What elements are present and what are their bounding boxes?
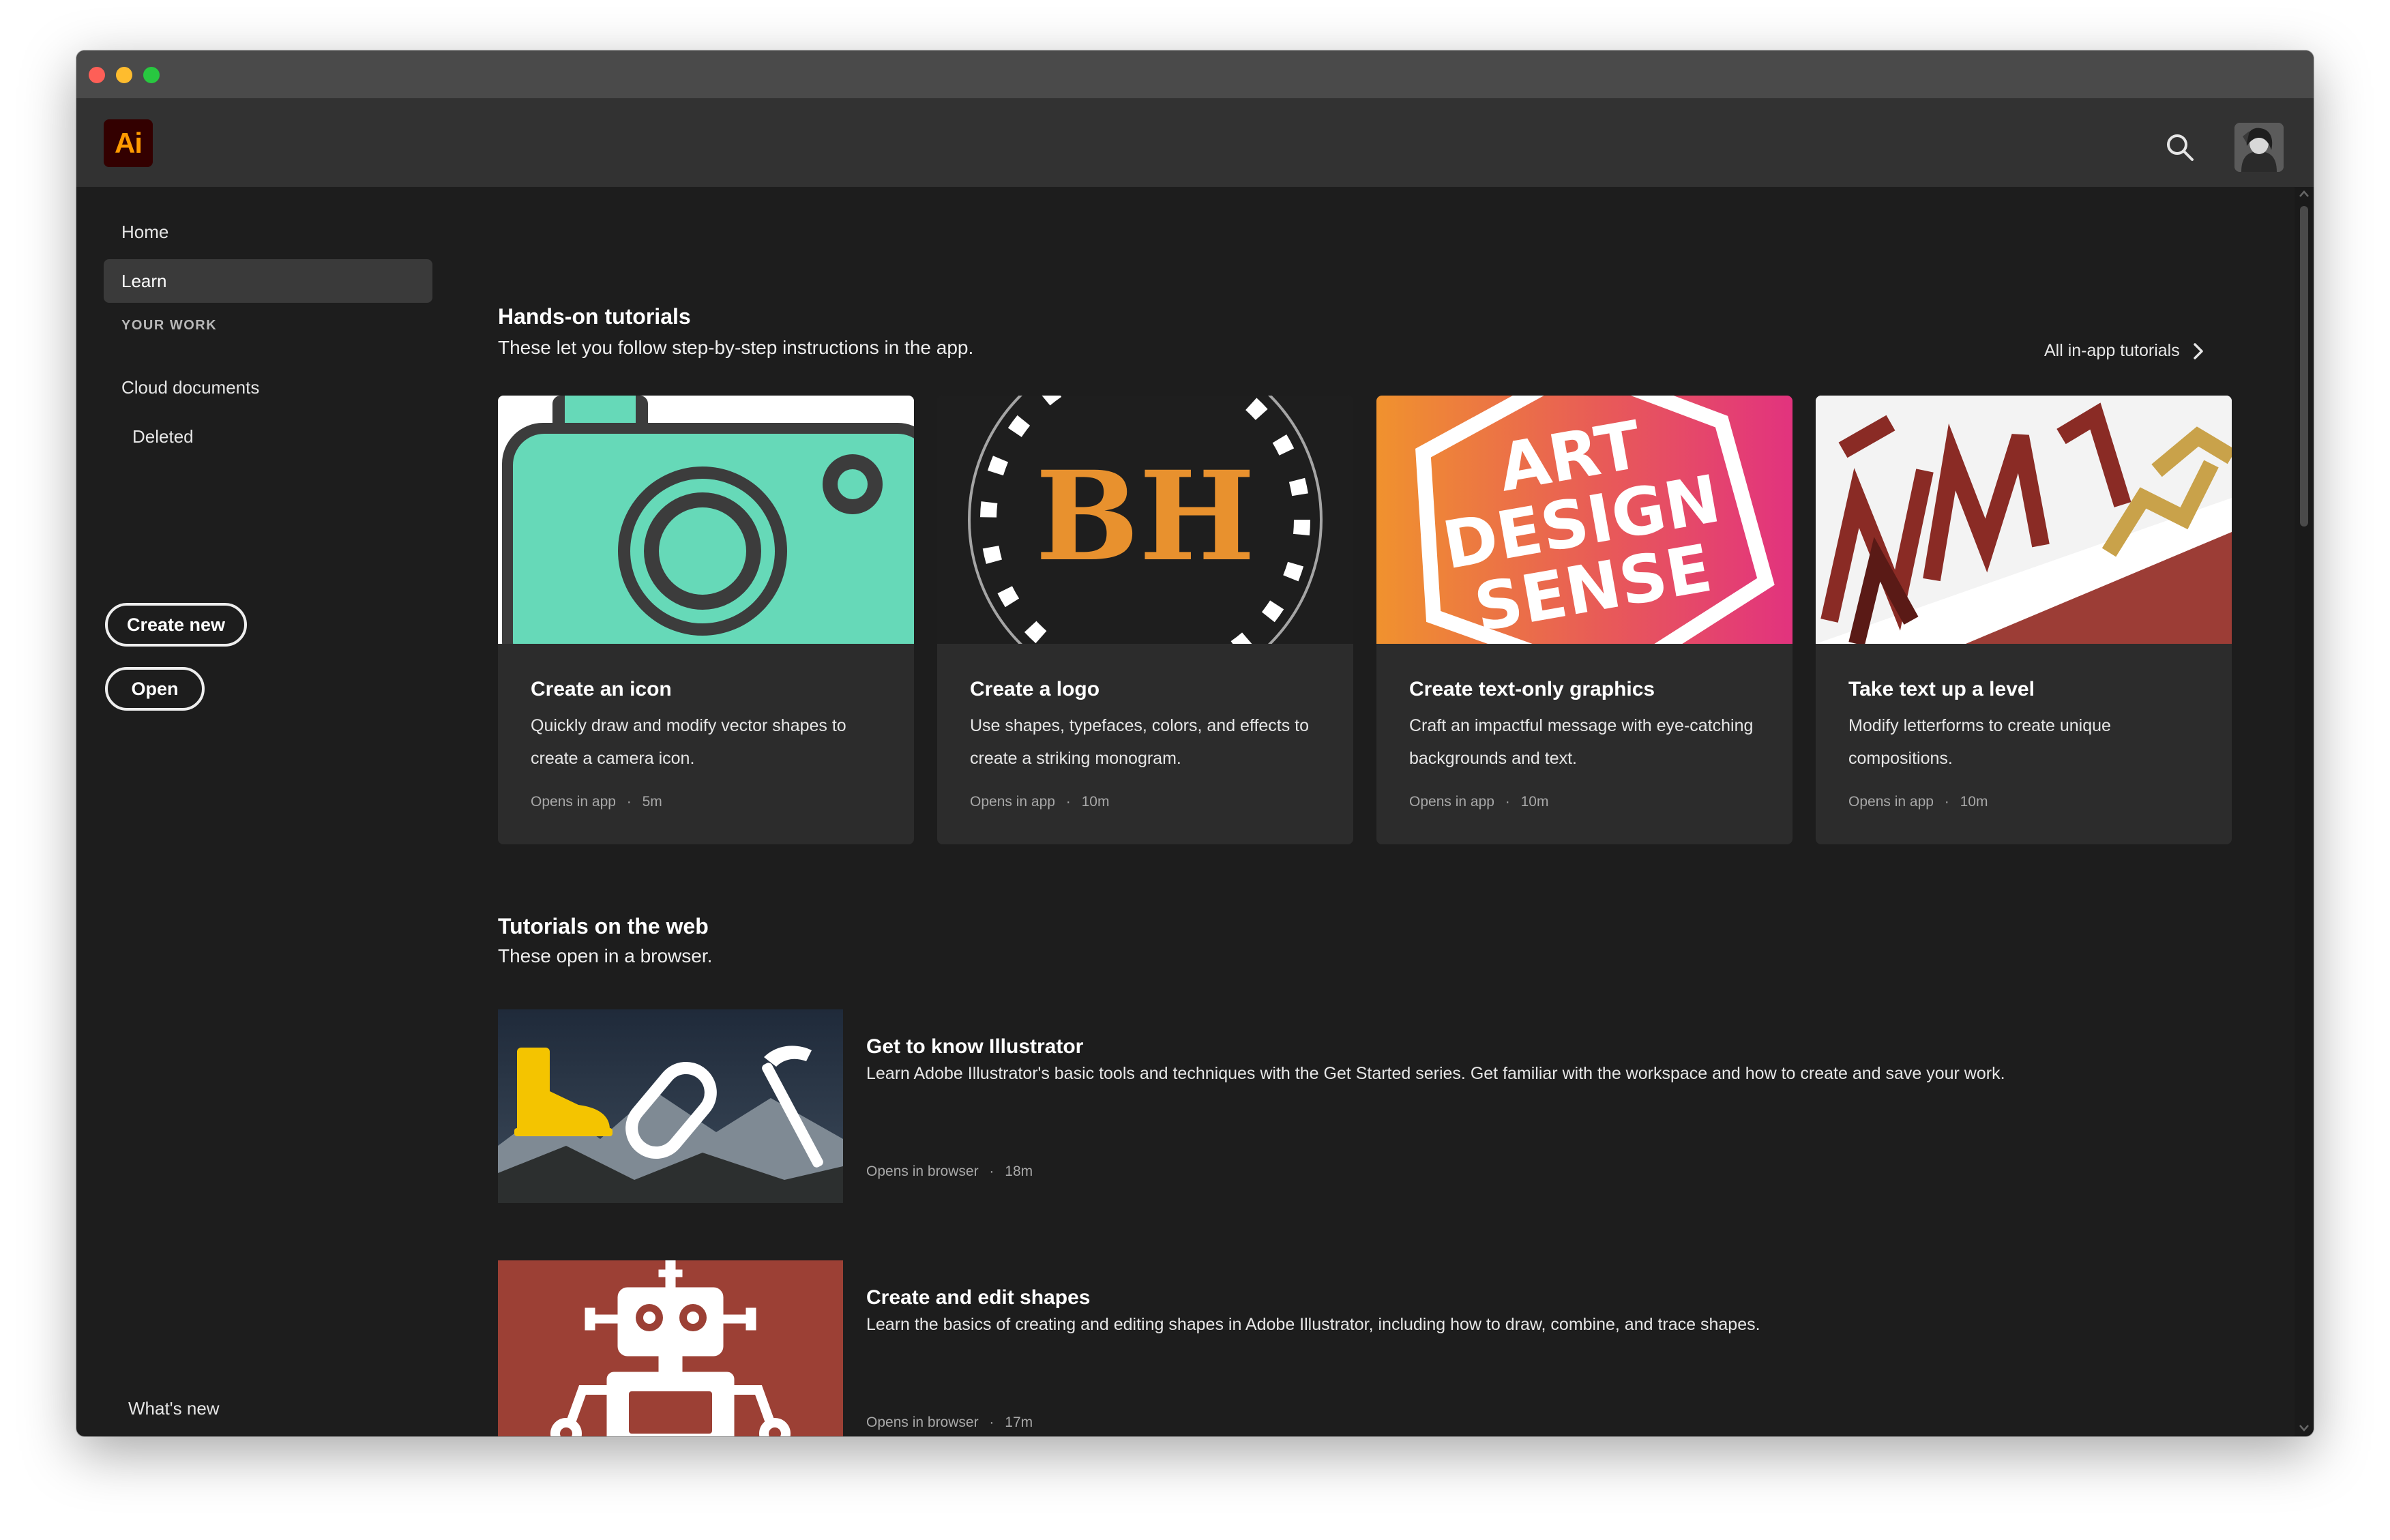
card-description: Craft an impactful message with eye-catc… — [1409, 716, 1754, 768]
letterform-thumbnail — [1816, 396, 2232, 644]
card-title: Create an icon — [531, 678, 672, 700]
opens-in: Opens in app — [531, 794, 616, 810]
hiking-gear-artwork — [498, 1009, 843, 1203]
web-tutorial-description: Learn Adobe Illustrator's basic tools an… — [866, 1064, 2005, 1083]
scroll-thumb[interactable] — [2300, 206, 2308, 527]
zoom-window-button[interactable] — [143, 67, 160, 83]
duration: 10m — [1520, 794, 1549, 810]
card-description: Quickly draw and modify vector shapes to… — [531, 716, 846, 768]
monogram-artwork: BH — [968, 396, 1323, 644]
web-tutorial-title: Create and edit shapes — [866, 1286, 1091, 1309]
card-meta: Opens in app · 5m — [531, 794, 662, 810]
duration: 10m — [1960, 794, 1988, 810]
web-tutorial-get-to-know[interactable]: Get to know Illustrator Learn Adobe Illu… — [498, 1009, 2285, 1203]
scroll-down-icon[interactable] — [2299, 1424, 2310, 1432]
mountain-thumbnail — [498, 1009, 843, 1203]
tutorial-card-create-icon[interactable]: Create an icon Quickly draw and modify v… — [498, 396, 914, 844]
card-meta: Opens in app · 10m — [1409, 794, 1548, 810]
tutorial-card-text-graphics[interactable]: ART DESIGN SENSE Create text-only graphi… — [1376, 396, 1792, 844]
letterform-artwork — [1816, 396, 2232, 644]
minimize-window-button[interactable] — [116, 67, 132, 83]
web-tutorials-subtitle: These open in a browser. — [498, 945, 713, 966]
all-in-app-tutorials-label: All in-app tutorials — [2044, 341, 2180, 360]
opens-in: Opens in app — [970, 794, 1055, 810]
meta-separator: · — [1505, 794, 1510, 810]
chevron-right-icon — [2193, 342, 2203, 359]
opens-in: Opens in browser — [866, 1415, 979, 1430]
meta-separator: · — [989, 1415, 994, 1430]
logo-thumbnail: BH — [937, 396, 1353, 644]
vertical-scrollbar[interactable] — [2295, 187, 2314, 1436]
app-window: Ai Home Learn YOUR WORK Cloud documents — [76, 50, 2314, 1436]
web-tutorial-title: Get to know Illustrator — [866, 1035, 1084, 1058]
meta-separator: · — [626, 794, 632, 810]
card-description: Modify letterforms to create unique comp… — [1848, 716, 2111, 768]
card-meta: Opens in app · 10m — [970, 794, 1109, 810]
card-title: Create a logo — [970, 678, 1100, 700]
opens-in: Opens in browser — [866, 1164, 979, 1179]
all-in-app-tutorials-link[interactable]: All in-app tutorials — [2044, 341, 2204, 361]
app-header: Ai — [76, 98, 2314, 187]
web-tutorial-meta: Opens in browser · 17m — [866, 1415, 1033, 1431]
search-icon[interactable] — [2164, 131, 2196, 164]
card-meta: Opens in app · 10m — [1848, 794, 1988, 810]
art-design-sense-artwork: ART DESIGN SENSE — [1376, 396, 1792, 644]
meta-separator: · — [989, 1164, 994, 1179]
text-graphics-thumbnail: ART DESIGN SENSE — [1376, 396, 1792, 644]
card-description: Use shapes, typefaces, colors, and effec… — [970, 716, 1310, 768]
meta-separator: · — [1065, 794, 1071, 810]
main-content: Hands-on tutorials These let you follow … — [76, 187, 2295, 1436]
monogram-text: BH — [1035, 445, 1255, 589]
meta-separator: · — [1944, 794, 1949, 810]
duration: 18m — [1005, 1164, 1033, 1179]
robot-thumbnail — [498, 1260, 843, 1436]
duration: 10m — [1081, 794, 1110, 810]
hands-on-title: Hands-on tutorials — [498, 304, 691, 329]
robot-artwork — [550, 1260, 791, 1436]
web-tutorials-title: Tutorials on the web — [498, 914, 709, 938]
card-title: Create text-only graphics — [1409, 678, 1655, 700]
tutorial-card-create-logo[interactable]: BH Create a logo Use shapes, typefaces, … — [937, 396, 1353, 844]
duration: 17m — [1005, 1415, 1033, 1430]
camera-icon — [502, 396, 914, 644]
avatar[interactable] — [2234, 123, 2284, 172]
camera-thumbnail — [498, 396, 914, 644]
card-title: Take text up a level — [1848, 678, 2035, 700]
scroll-up-icon[interactable] — [2299, 190, 2310, 198]
tutorial-card-text-level[interactable]: Take text up a level Modify letterforms … — [1816, 396, 2232, 844]
duration: 5m — [642, 794, 662, 810]
title-bar — [76, 50, 2314, 98]
opens-in: Opens in app — [1848, 794, 1934, 810]
illustrator-logo: Ai — [104, 119, 153, 167]
close-window-button[interactable] — [89, 67, 105, 83]
web-tutorial-create-shapes[interactable]: Create and edit shapes Learn the basics … — [498, 1260, 2285, 1436]
hands-on-subtitle: These let you follow step-by-step instru… — [498, 337, 974, 358]
opens-in: Opens in app — [1409, 794, 1494, 810]
web-tutorial-description: Learn the basics of creating and editing… — [866, 1315, 1760, 1334]
web-tutorial-meta: Opens in browser · 18m — [866, 1164, 1033, 1180]
